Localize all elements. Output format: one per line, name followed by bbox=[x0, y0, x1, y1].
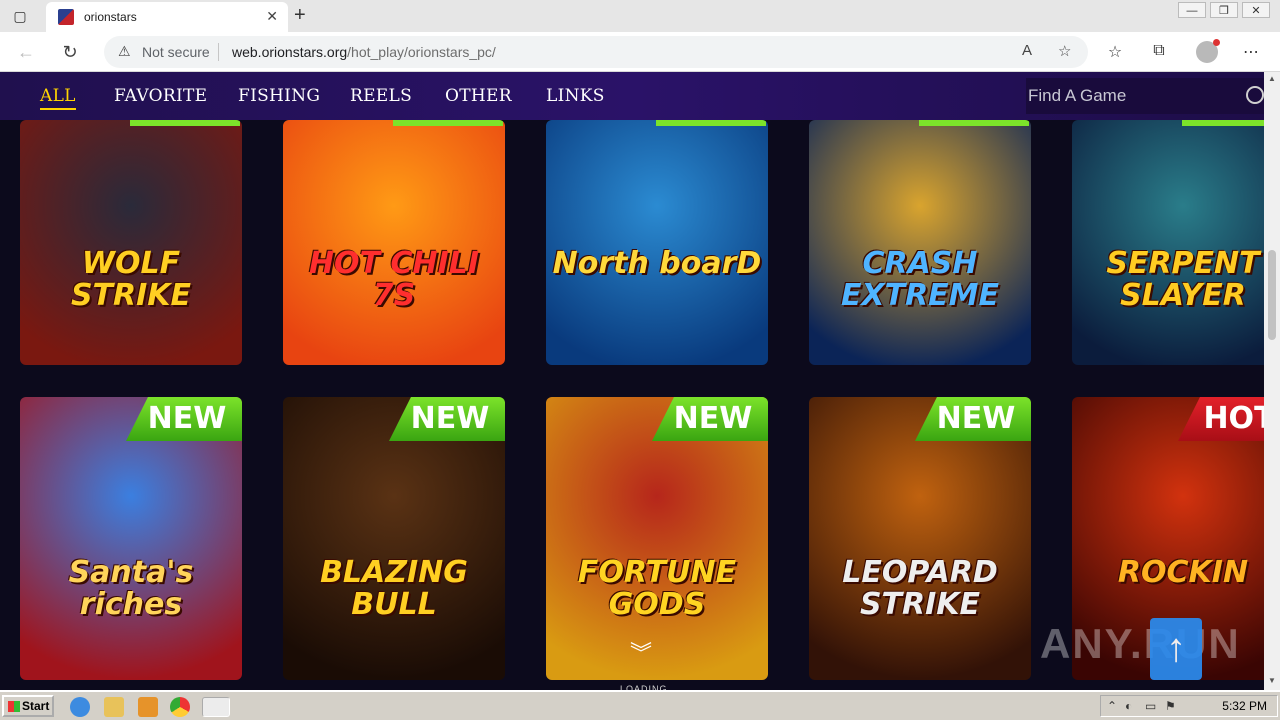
start-button[interactable]: Start bbox=[2, 695, 54, 717]
badge-edge bbox=[919, 120, 1029, 126]
back-arrow-icon[interactable]: ← bbox=[14, 40, 38, 64]
scroll-up-arrow-icon[interactable]: ▲ bbox=[1264, 74, 1280, 86]
address-bar: ← ↻ ⚠ Not secure web.orionstars.org/hot_… bbox=[0, 32, 1280, 72]
game-title: CRASH EXTREME bbox=[840, 246, 1000, 313]
game-title: WOLF STRIKE bbox=[70, 246, 192, 313]
game-title: SERPENT SLAYER bbox=[1106, 246, 1260, 313]
game-tile[interactable]: WOLF STRIKE bbox=[20, 120, 242, 365]
search-input[interactable] bbox=[1028, 84, 1238, 108]
game-tile[interactable]: CRASH EXTREME bbox=[809, 120, 1031, 365]
network-icon[interactable]: ▭ bbox=[1145, 699, 1156, 713]
omnibox-separator bbox=[218, 43, 219, 61]
media-player-icon[interactable] bbox=[138, 697, 158, 717]
game-badge: NEW bbox=[652, 397, 768, 441]
game-tile[interactable]: BLAZING BULL NEW bbox=[283, 397, 505, 680]
folder-icon[interactable] bbox=[104, 697, 124, 717]
minimize-icon[interactable]: — bbox=[1178, 2, 1206, 18]
system-tray: ⌃ ◐ ▭ ⚑ 5:32 PM bbox=[1100, 695, 1278, 717]
collections-icon[interactable]: ⧉ bbox=[1148, 42, 1170, 60]
game-tile[interactable]: FORTUNE GODS NEW bbox=[546, 397, 768, 680]
read-aloud-icon[interactable]: A bbox=[1022, 42, 1032, 59]
nav-fishing[interactable]: FISHING bbox=[238, 86, 320, 106]
game-badge: NEW bbox=[126, 397, 242, 441]
tab-title: orionstars bbox=[84, 10, 137, 24]
more-menu-icon[interactable]: ⋯ bbox=[1240, 42, 1262, 62]
start-label: Start bbox=[22, 699, 50, 713]
game-badge: HOT bbox=[1178, 397, 1264, 441]
page-scrollbar[interactable]: ▲ ▼ bbox=[1264, 72, 1280, 690]
game-title: LEOPARD STRIKE bbox=[842, 555, 998, 622]
nav-links[interactable]: LINKS bbox=[546, 86, 605, 106]
refresh-icon[interactable]: ↻ bbox=[58, 40, 82, 64]
nav-reels[interactable]: REELS bbox=[350, 86, 412, 106]
game-badge: NEW bbox=[389, 397, 505, 441]
game-title: North boarD bbox=[552, 246, 762, 281]
add-favorite-icon[interactable]: ☆ bbox=[1058, 42, 1071, 60]
game-title: HOT CHILI 7S bbox=[308, 246, 480, 313]
game-tile[interactable]: Santa's riches NEW bbox=[20, 397, 242, 680]
badge-edge bbox=[393, 120, 503, 126]
badge-edge bbox=[130, 120, 240, 126]
game-grid: WOLF STRIKE HOT CHILI 7S North boarD CRASH … bbox=[0, 120, 1264, 690]
game-badge: NEW bbox=[915, 397, 1031, 441]
restore-icon[interactable]: ❐ bbox=[1210, 2, 1238, 18]
back-to-top-icon[interactable]: ↑ bbox=[1150, 618, 1202, 680]
chevron-down-icon[interactable]: ︾ bbox=[630, 636, 652, 668]
nav-favorite[interactable]: FAVORITE bbox=[114, 86, 207, 106]
game-title: FORTUNE GODS bbox=[577, 555, 737, 622]
not-secure-label[interactable]: Not secure bbox=[142, 44, 210, 60]
volume-icon[interactable]: ◐ bbox=[1125, 699, 1132, 713]
site-favicon-icon bbox=[58, 9, 74, 25]
watermark-text: ANY.RUN bbox=[1040, 620, 1241, 667]
scroll-down-arrow-icon[interactable]: ▼ bbox=[1264, 676, 1280, 688]
badge-edge bbox=[1182, 120, 1264, 126]
tab-actions-icon[interactable]: ▢ bbox=[10, 6, 30, 26]
browser-tab-strip: ▢ orionstars ✕ + — ❐ ✕ bbox=[0, 0, 1280, 32]
search-icon[interactable] bbox=[1246, 86, 1264, 104]
scroll-thumb[interactable] bbox=[1268, 250, 1276, 340]
url-host: web.orionstars.org bbox=[232, 44, 348, 60]
clock: 5:32 PM bbox=[1222, 699, 1267, 713]
url-text[interactable]: web.orionstars.org/hot_play/orionstars_p… bbox=[232, 44, 496, 60]
tray-expand-icon[interactable]: ⌃ bbox=[1107, 699, 1117, 713]
new-tab-icon[interactable]: + bbox=[294, 4, 306, 27]
game-title: Santa's riches bbox=[68, 555, 194, 622]
favorites-icon[interactable]: ☆ bbox=[1104, 42, 1126, 62]
edge-icon[interactable] bbox=[202, 697, 230, 717]
game-title: ROCKIN bbox=[1117, 555, 1249, 590]
ie-icon[interactable] bbox=[70, 697, 90, 717]
game-search bbox=[1026, 78, 1264, 114]
game-title: BLAZING BULL bbox=[320, 555, 468, 622]
close-window-icon[interactable]: ✕ bbox=[1242, 2, 1270, 18]
windows-taskbar: Start ⌃ ◐ ▭ ⚑ 5:32 PM bbox=[0, 690, 1280, 720]
omnibox[interactable]: ⚠ Not secure web.orionstars.org/hot_play… bbox=[104, 36, 1088, 68]
url-path: /hot_play/orionstars_pc/ bbox=[347, 44, 496, 60]
close-tab-icon[interactable]: ✕ bbox=[266, 8, 278, 25]
site-nav-bar: ALL FAVORITE FISHING REELS OTHER LINKS bbox=[0, 72, 1264, 120]
game-tile[interactable]: HOT CHILI 7S bbox=[283, 120, 505, 365]
badge-edge bbox=[656, 120, 766, 126]
game-tile[interactable]: North boarD bbox=[546, 120, 768, 365]
window-controls: — ❐ ✕ bbox=[1178, 2, 1270, 18]
browser-tab[interactable]: orionstars ✕ bbox=[46, 2, 288, 32]
nav-all[interactable]: ALL bbox=[40, 86, 76, 110]
game-tile[interactable]: SERPENT SLAYER bbox=[1072, 120, 1264, 365]
warning-icon: ⚠ bbox=[118, 43, 131, 59]
chrome-icon[interactable] bbox=[170, 697, 190, 717]
nav-other[interactable]: OTHER bbox=[445, 86, 512, 106]
game-tile[interactable]: LEOPARD STRIKE NEW bbox=[809, 397, 1031, 680]
windows-logo-icon bbox=[8, 701, 20, 712]
profile-avatar[interactable] bbox=[1196, 39, 1220, 63]
flag-icon[interactable]: ⚑ bbox=[1165, 699, 1176, 713]
